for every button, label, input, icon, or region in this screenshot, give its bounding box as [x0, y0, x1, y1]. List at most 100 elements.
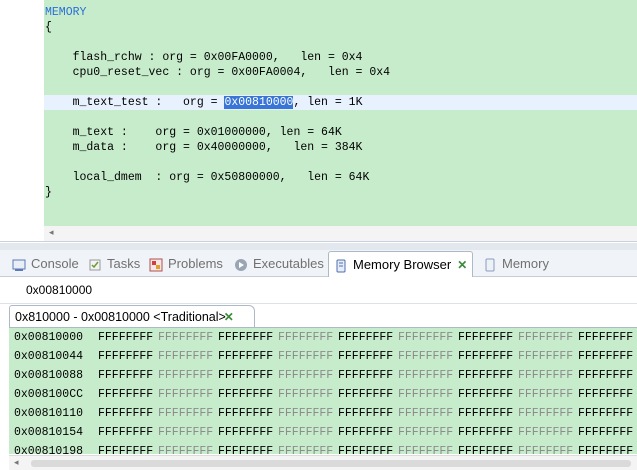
memory-cell[interactable]: FFFFFFFF	[338, 442, 398, 454]
memory-cell[interactable]: FFFFFFFF	[278, 366, 338, 385]
memory-row[interactable]: 0x00810198 FFFFFFFF FFFFFFFF FFFFFFFF FFFFFF…	[9, 442, 637, 454]
memory-cell[interactable]: FFFFFFFF	[98, 366, 158, 385]
memory-cell[interactable]: FFFFFFFF	[458, 423, 518, 442]
code-line[interactable]: {	[45, 20, 52, 35]
memory-cell[interactable]: FFFFFFFF	[158, 328, 218, 347]
memory-cell[interactable]: FFFFFFFF	[518, 385, 578, 404]
panel-divider[interactable]	[0, 243, 637, 250]
memory-cell[interactable]: FFFFFFFF	[338, 366, 398, 385]
memory-cell[interactable]: FFFFFFFF	[338, 404, 398, 423]
code-area[interactable]: MEMORY { flash_rchw : org = 0x00FA0000, l…	[44, 0, 637, 226]
memory-cell[interactable]: FFFFFFFF	[338, 347, 398, 366]
memory-cell[interactable]: FFFFFFFF	[338, 328, 398, 347]
code-line[interactable]: flash_rchw : org = 0x00FA0000, len = 0x4	[45, 50, 363, 65]
memory-horizontal-scrollbar[interactable]: ◂	[9, 455, 637, 470]
memory-cell[interactable]: FFFFFFFF	[218, 385, 278, 404]
memory-cell[interactable]: FFFFFFFF	[218, 404, 278, 423]
address-bar	[0, 277, 637, 304]
memory-cell[interactable]: FFFFFFFF	[98, 347, 158, 366]
editor-horizontal-scrollbar[interactable]: ◂	[44, 226, 637, 241]
code-line[interactable]: cpu0_reset_vec : org = 0x00FA0004, len =…	[45, 65, 390, 80]
scroll-left-arrow-icon[interactable]: ◂	[49, 227, 54, 238]
tab-console[interactable]: Console	[12, 253, 79, 275]
memory-cell[interactable]: FFFFFFFF	[98, 404, 158, 423]
memory-cell[interactable]: FFFFFFFF	[578, 442, 637, 454]
code-editor[interactable]: 171819202122232425262728293031 MEMORY{ f…	[0, 0, 637, 242]
memory-cell[interactable]: FFFFFFFF	[398, 328, 458, 347]
memory-cell[interactable]: FFFFFFFF	[578, 385, 637, 404]
memory-cell[interactable]: FFFFFFFF	[158, 347, 218, 366]
memory-cell[interactable]: FFFFFFFF	[518, 366, 578, 385]
close-rendering-tab-icon[interactable]: ✕	[224, 306, 234, 328]
memory-cell[interactable]: FFFFFFFF	[458, 404, 518, 423]
memory-cell[interactable]: FFFFFFFF	[218, 347, 278, 366]
memory-cell[interactable]: FFFFFFFF	[398, 347, 458, 366]
memory-cell[interactable]: FFFFFFFF	[398, 404, 458, 423]
code-line[interactable]: m_text_test : org = 0x00810000, len = 1K	[45, 95, 362, 110]
rendering-tab[interactable]: 0x810000 - 0x00810000 <Traditional> ✕	[9, 305, 255, 327]
memory-cell[interactable]: FFFFFFFF	[158, 366, 218, 385]
memory-cell[interactable]: FFFFFFFF	[218, 366, 278, 385]
scroll-left-arrow-icon[interactable]: ◂	[14, 457, 19, 468]
memory-cell[interactable]: FFFFFFFF	[458, 442, 518, 454]
rendering-tab-row: 0x810000 - 0x00810000 <Traditional> ✕	[0, 305, 637, 327]
memory-cell[interactable]: FFFFFFFF	[218, 442, 278, 454]
code-line[interactable]: m_text : org = 0x01000000, len = 64K	[45, 125, 342, 140]
memory-cell[interactable]: FFFFFFFF	[578, 366, 637, 385]
memory-cell[interactable]: FFFFFFFF	[518, 442, 578, 454]
memory-cell[interactable]: FFFFFFFF	[278, 442, 338, 454]
code-line[interactable]: local_dmem : org = 0x50800000, len = 64K	[45, 170, 370, 185]
memory-cell[interactable]: FFFFFFFF	[278, 347, 338, 366]
memory-cell[interactable]: FFFFFFFF	[98, 442, 158, 454]
tab-problems[interactable]: Problems	[149, 253, 223, 275]
memory-row[interactable]: 0x00810110 FFFFFFFF FFFFFFFF FFFFFFFF FFFFFF…	[9, 404, 637, 423]
memory-cell[interactable]: FFFFFFFF	[398, 423, 458, 442]
memory-cell[interactable]: FFFFFFFF	[338, 423, 398, 442]
memory-cell[interactable]: FFFFFFFF	[278, 385, 338, 404]
memory-cell[interactable]: FFFFFFFF	[458, 328, 518, 347]
memory-address-input[interactable]	[20, 281, 635, 300]
memory-cell[interactable]: FFFFFFFF	[98, 423, 158, 442]
memory-cell[interactable]: FFFFFFFF	[518, 404, 578, 423]
memory-cell[interactable]: FFFFFFFF	[518, 347, 578, 366]
memory-cell[interactable]: FFFFFFFF	[98, 328, 158, 347]
memory-row[interactable]: 0x00810088 FFFFFFFF FFFFFFFF FFFFFFFF FFFFFF…	[9, 366, 637, 385]
memory-row[interactable]: 0x00810044 FFFFFFFF FFFFFFFF FFFFFFFF FFFFFF…	[9, 347, 637, 366]
memory-cell[interactable]: FFFFFFFF	[458, 366, 518, 385]
memory-cell[interactable]: FFFFFFFF	[578, 328, 637, 347]
memory-cell[interactable]: FFFFFFFF	[578, 347, 637, 366]
memory-row[interactable]: 0x00810000 FFFFFFFF FFFFFFFF FFFFFFFF FFFFFF…	[9, 328, 637, 347]
memory-cell[interactable]: FFFFFFFF	[158, 423, 218, 442]
code-line[interactable]: }	[45, 185, 52, 200]
memory-cell[interactable]: FFFFFFFF	[158, 404, 218, 423]
memory-cell[interactable]: FFFFFFFF	[398, 385, 458, 404]
memory-row[interactable]: 0x008100CC FFFFFFFF FFFFFFFF FFFFFFFF FFFFFF…	[9, 385, 637, 404]
tab-executables[interactable]: Executables	[234, 253, 324, 275]
memory-cell[interactable]: FFFFFFFF	[278, 328, 338, 347]
memory-cell[interactable]: FFFFFFFF	[458, 385, 518, 404]
memory-cell[interactable]: FFFFFFFF	[278, 404, 338, 423]
tab-memory[interactable]: Memory	[483, 253, 549, 275]
tab-memory-browser[interactable]: Memory Browser ✕	[328, 251, 474, 277]
memory-cell[interactable]: FFFFFFFF	[518, 423, 578, 442]
memory-cell[interactable]: FFFFFFFF	[98, 385, 158, 404]
memory-cell[interactable]: FFFFFFFF	[218, 328, 278, 347]
memory-cell[interactable]: FFFFFFFF	[158, 442, 218, 454]
memory-cell[interactable]: FFFFFFFF	[398, 366, 458, 385]
memory-cell[interactable]: FFFFFFFF	[518, 328, 578, 347]
memory-cell[interactable]: FFFFFFFF	[578, 404, 637, 423]
scrollbar-thumb[interactable]	[31, 460, 631, 467]
memory-cell[interactable]: FFFFFFFF	[578, 423, 637, 442]
code-line[interactable]: MEMORY	[45, 5, 86, 20]
tab-tasks[interactable]: Tasks	[88, 253, 140, 275]
memory-cell[interactable]: FFFFFFFF	[158, 385, 218, 404]
memory-cell[interactable]: FFFFFFFF	[338, 385, 398, 404]
memory-cell[interactable]: FFFFFFFF	[218, 423, 278, 442]
memory-cell[interactable]: FFFFFFFF	[398, 442, 458, 454]
code-line[interactable]: m_data : org = 0x40000000, len = 384K	[45, 140, 363, 155]
close-tab-icon[interactable]: ✕	[457, 254, 467, 276]
memory-cell[interactable]: FFFFFFFF	[458, 347, 518, 366]
memory-row[interactable]: 0x00810154 FFFFFFFF FFFFFFFF FFFFFFFF FFFFFF…	[9, 423, 637, 442]
memory-grid[interactable]: 0x00810000 FFFFFFFF FFFFFFFF FFFFFFFF FFFFFF…	[9, 327, 637, 454]
memory-cell[interactable]: FFFFFFFF	[278, 423, 338, 442]
